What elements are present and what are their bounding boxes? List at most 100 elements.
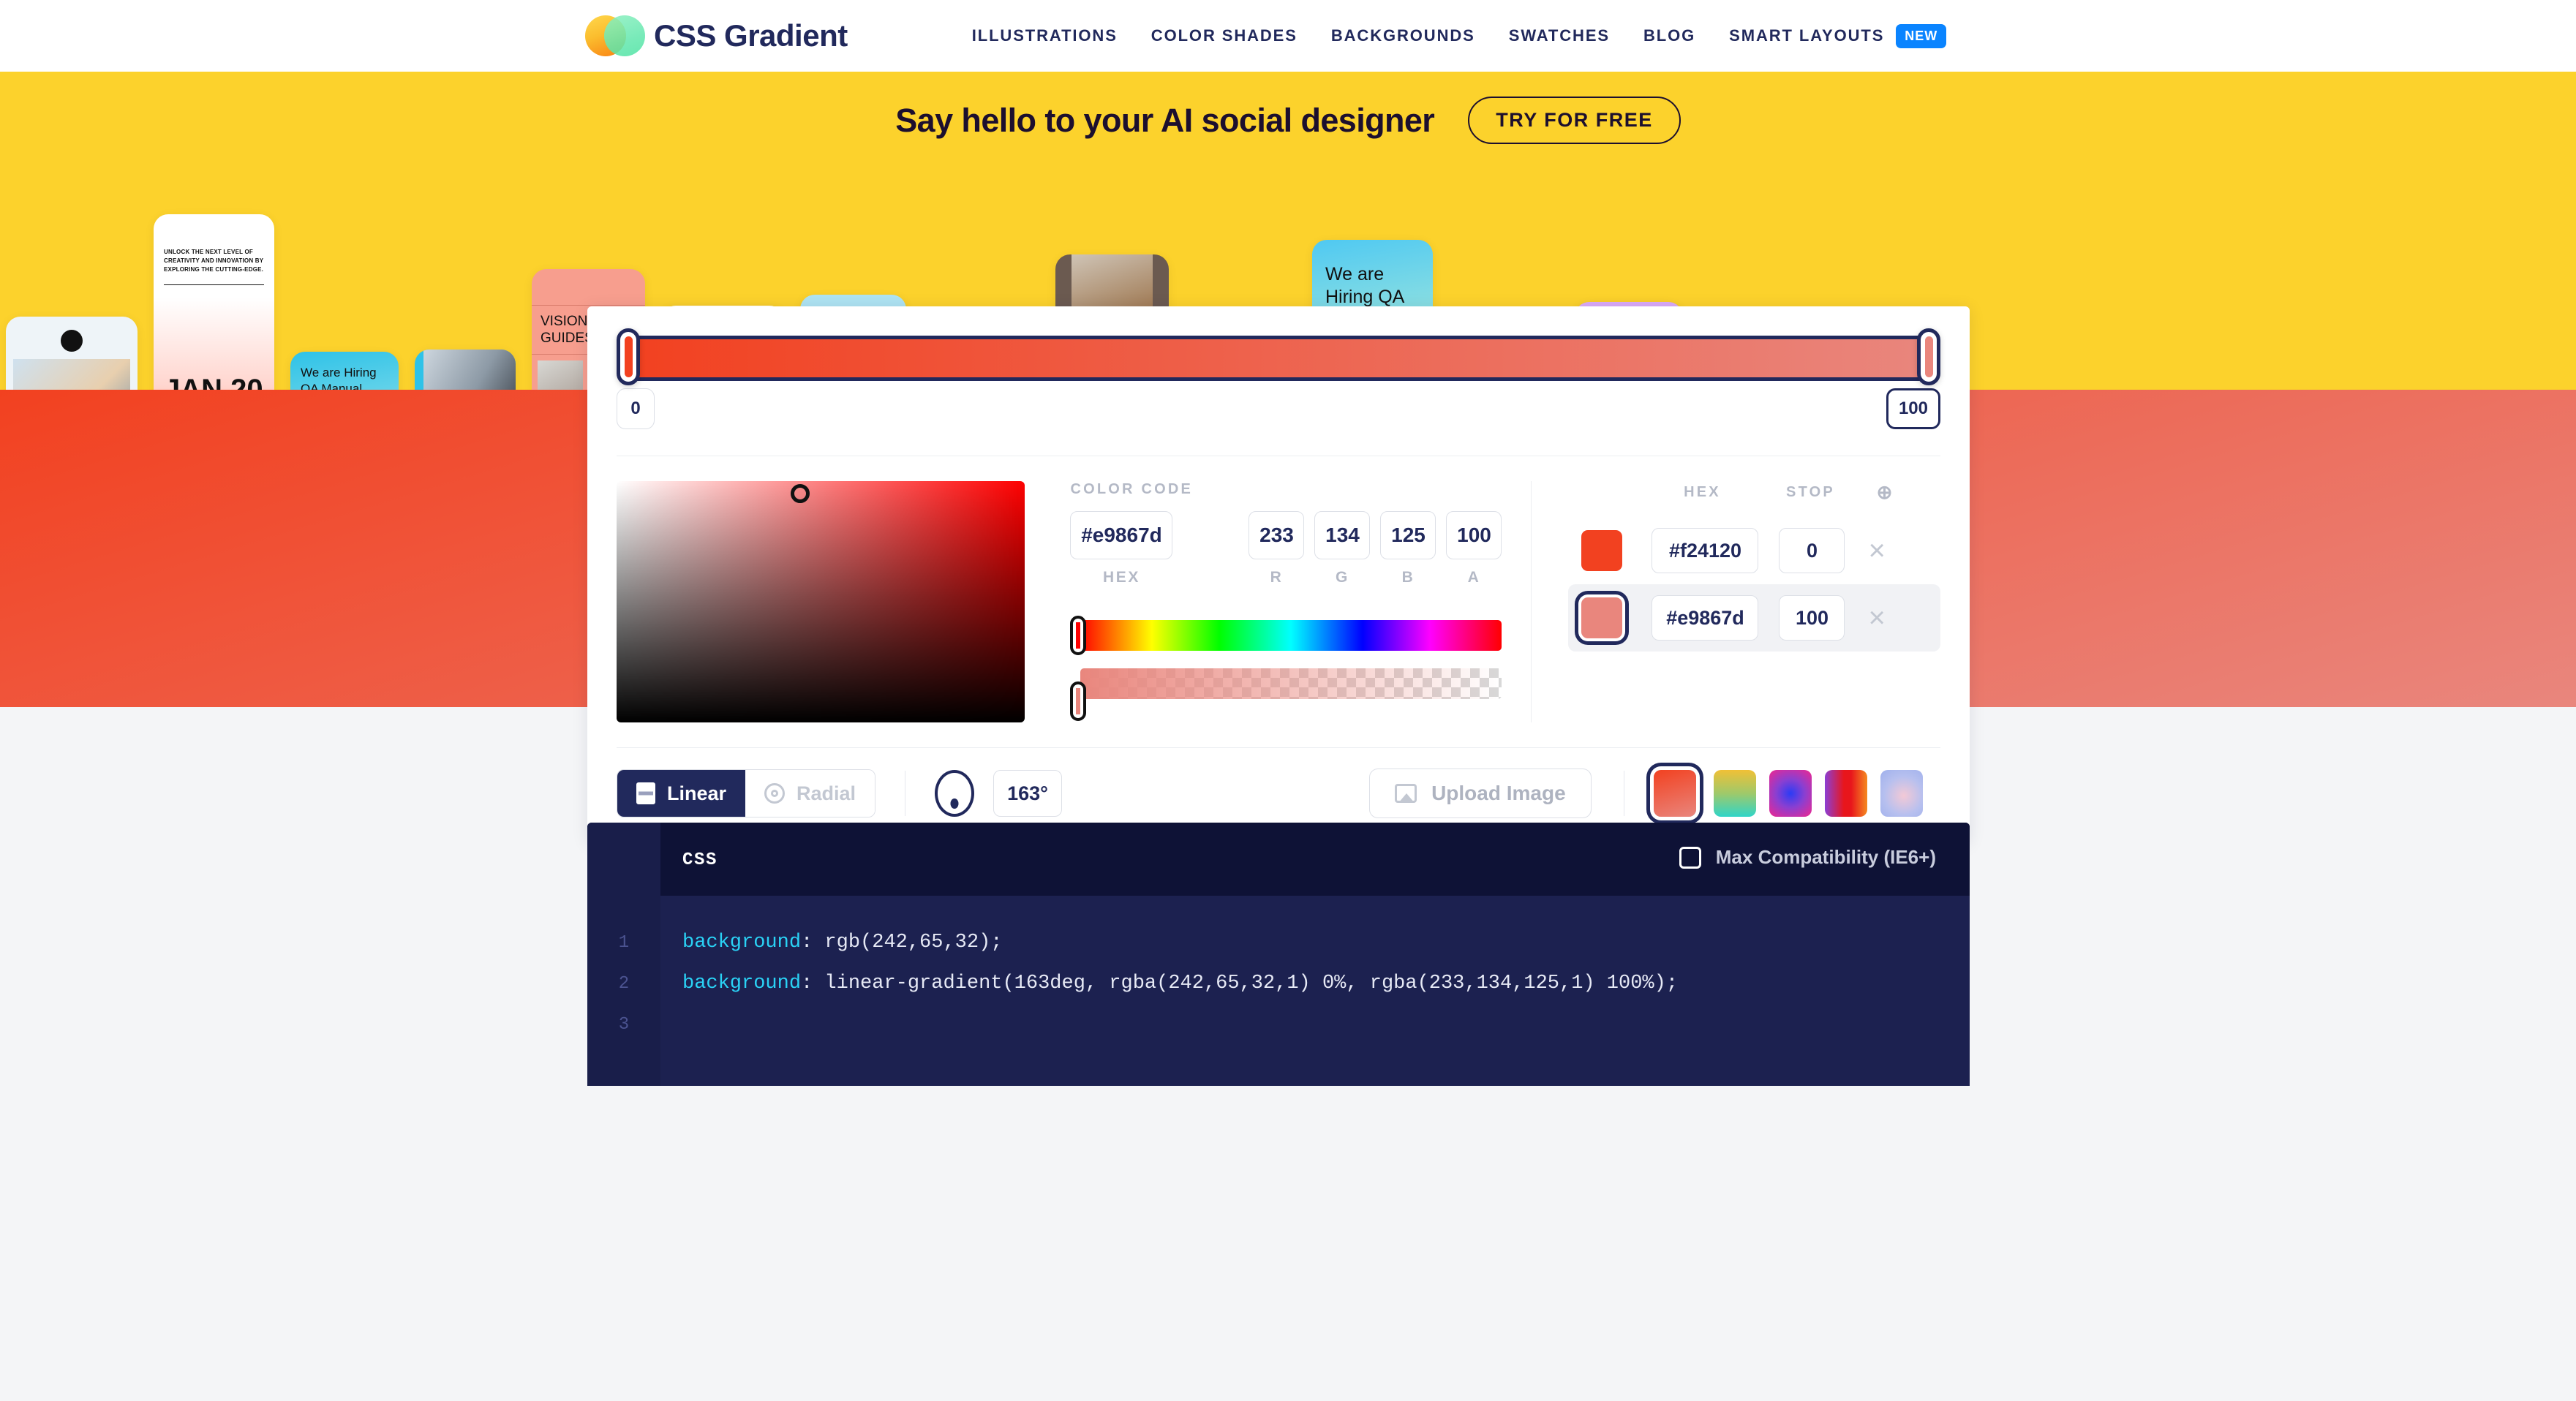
linear-icon [636, 782, 655, 804]
stop-swatch-wrap[interactable] [1581, 597, 1652, 638]
stop-hex-input[interactable]: #e9867d [1652, 595, 1759, 641]
stop-swatch-wrap[interactable] [1581, 530, 1652, 571]
stop-position-input[interactable]: 100 [1779, 595, 1845, 641]
logo-circle-green [604, 15, 645, 56]
hex-input[interactable]: #e9867d [1070, 511, 1173, 559]
preset-gradient-4[interactable] [1824, 770, 1867, 817]
card-photo [423, 350, 516, 390]
gradient-handle-start[interactable] [617, 328, 640, 385]
green-input-label: G [1336, 569, 1349, 586]
handle-color-swatch [1924, 336, 1933, 377]
angle-dial[interactable] [935, 770, 975, 817]
stop-position-input[interactable]: 0 [1779, 528, 1845, 573]
color-code-fields: #e9867d HEX 233 R 134 G 125 B 100 A [1070, 511, 1502, 586]
linear-toggle-button[interactable]: Linear [617, 770, 746, 817]
radial-toggle-button[interactable]: Radial [745, 770, 875, 817]
nav-item-color-shades[interactable]: COLOR SHADES [1151, 26, 1298, 45]
max-compatibility-checkbox[interactable] [1679, 846, 1701, 869]
promo-title: Say hello to your AI social designer [895, 101, 1435, 139]
blue-input[interactable]: 125 [1380, 511, 1436, 559]
saturation-cursor[interactable] [791, 483, 810, 503]
alpha-slider-knob[interactable] [1070, 681, 1087, 721]
nav-item-blog[interactable]: BLOG [1643, 26, 1695, 45]
max-compatibility-toggle[interactable]: Max Compatibility (IE6+) [1679, 846, 1936, 869]
card-photo [13, 359, 130, 390]
stop-color-swatch [1581, 597, 1623, 638]
preset-gradient-5[interactable] [1880, 770, 1923, 817]
color-stop-row[interactable]: #f24120 0 × [1568, 517, 1940, 584]
nav-item-smart-layouts-label: SMART LAYOUTS [1729, 26, 1885, 45]
stop-color-swatch [1581, 530, 1623, 571]
marquee-card[interactable]: UNLOCK THE NEXT LEVEL OF CREATIVITY AND … [154, 214, 274, 390]
hue-slider[interactable] [1080, 620, 1502, 651]
radial-toggle-label: Radial [796, 782, 856, 804]
remove-stop-icon[interactable]: × [1868, 536, 1885, 565]
css-property: background [682, 932, 802, 953]
preset-gradients [1649, 770, 1923, 817]
upload-image-label: Upload Image [1431, 782, 1566, 804]
marquee-card[interactable]: We are Hiring QA Manual Automation [290, 352, 399, 390]
preset-gradient-2[interactable] [1713, 770, 1756, 817]
hue-slider-wrap [1070, 616, 1502, 655]
preset-gradient-1[interactable] [1653, 770, 1696, 817]
image-icon [1395, 784, 1417, 803]
nav-item-illustrations[interactable]: ILLUSTRATIONS [972, 26, 1118, 45]
gradient-handle-end[interactable] [1917, 328, 1940, 385]
preset-gradient-3[interactable] [1769, 770, 1812, 817]
editor-stage: 0 100 COLOR CODE #e9867d HEX 233 R 134 G… [0, 306, 2576, 1086]
css-code-block: CSS Max Compatibility (IE6+) 1 backgroun… [587, 823, 1970, 1086]
alpha-input-label: A [1467, 569, 1481, 586]
card-headline: UNLOCK THE NEXT LEVEL OF CREATIVITY AND … [164, 249, 264, 273]
stop-position-input-0[interactable]: 0 [617, 388, 655, 429]
line-number: 1 [618, 932, 630, 953]
nav-item-smart-layouts[interactable]: SMART LAYOUTS NEW [1729, 23, 1947, 48]
alpha-slider-wrap [1070, 668, 1502, 721]
red-input[interactable]: 233 [1249, 511, 1305, 559]
angle-input[interactable]: 163° [993, 770, 1063, 817]
nav-item-backgrounds[interactable]: BACKGROUNDS [1331, 26, 1475, 45]
radial-icon [764, 783, 786, 804]
main-nav: ILLUSTRATIONS COLOR SHADES BACKGROUNDS S… [972, 23, 1947, 48]
card-top-band [532, 269, 645, 306]
nav-item-swatches[interactable]: SWATCHES [1509, 26, 1610, 45]
linear-toggle-label: Linear [667, 782, 727, 804]
marquee-card[interactable] [6, 317, 138, 390]
gradient-track[interactable] [627, 336, 1930, 381]
max-compatibility-label: Max Compatibility (IE6+) [1715, 846, 1936, 868]
stop-hex-input[interactable]: #f24120 [1652, 528, 1759, 573]
card-headline: We are Hiring QA Manual Automation [301, 366, 377, 390]
brand-logo-link[interactable]: CSS Gradient [585, 15, 848, 56]
code-tab-label[interactable]: CSS [682, 850, 718, 870]
promo-header: Say hello to your AI social designer TRY… [0, 72, 2576, 144]
new-badge: NEW [1896, 23, 1947, 48]
marquee-card[interactable] [415, 350, 516, 390]
alpha-input[interactable]: 100 [1446, 511, 1502, 559]
code-line[interactable]: 1 background: rgb(242,65,32); [587, 922, 1970, 963]
hex-input-label: HEX [1102, 569, 1140, 586]
saturation-value-picker[interactable] [617, 481, 1025, 722]
alpha-knob-fill [1076, 688, 1081, 714]
css-gradient-logo-icon [585, 15, 645, 56]
css-property: background [682, 973, 802, 994]
stop-position-input-100[interactable]: 100 [1886, 388, 1940, 429]
blue-input-label: B [1401, 569, 1415, 586]
remove-stop-icon[interactable]: × [1868, 603, 1885, 632]
code-line[interactable]: 3 [587, 1004, 1970, 1045]
hue-slider-knob[interactable] [1070, 616, 1087, 655]
stop-position-chips: 0 100 [617, 388, 1940, 437]
upload-image-button[interactable]: Upload Image [1369, 769, 1592, 818]
code-line[interactable]: 2 background: linear-gradient(163deg, rg… [587, 963, 1970, 1004]
css-value: : rgb(242,65,32); [801, 932, 1003, 953]
color-stops-list: HEX STOP ⊕ #f24120 0 × #e9867d 100 × [1531, 481, 1940, 722]
brand-name: CSS Gradient [654, 18, 848, 53]
line-number: 2 [618, 973, 630, 994]
green-input[interactable]: 134 [1314, 511, 1371, 559]
add-stop-icon[interactable]: ⊕ [1855, 481, 1913, 504]
alpha-slider[interactable] [1080, 668, 1502, 699]
gradient-track-wrap [617, 328, 1940, 385]
card-date: JAN 20-22 [164, 374, 273, 390]
code-line-text: background: rgb(242,65,32); [660, 932, 1002, 953]
color-stop-row[interactable]: #e9867d 100 × [1568, 584, 1940, 652]
try-for-free-button[interactable]: TRY FOR FREE [1468, 97, 1681, 144]
angle-dial-knob [950, 798, 959, 809]
